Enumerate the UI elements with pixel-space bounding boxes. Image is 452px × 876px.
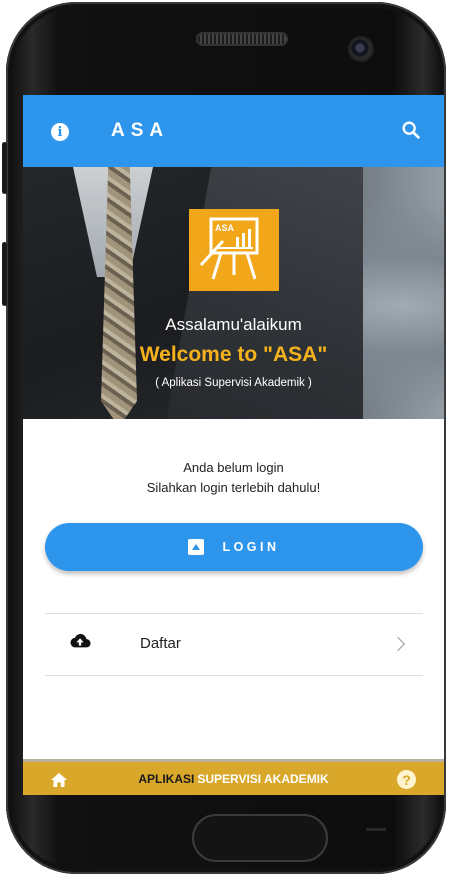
search-icon[interactable]	[400, 119, 422, 141]
app-title: ASA	[111, 120, 170, 141]
footer-title: APLIKASI SUPERVISI AKADEMIK	[23, 772, 444, 786]
login-notice-line1: Anda belum login	[183, 460, 284, 475]
footer-title-part2: SUPERVISI AKADEMIK	[197, 772, 329, 786]
list-item-daftar[interactable]: Daftar	[45, 614, 423, 675]
svg-text:ASA: ASA	[215, 223, 235, 233]
cloud-upload-icon	[70, 633, 91, 648]
nav-sensor	[366, 828, 386, 831]
bixby-button	[2, 242, 7, 306]
help-icon[interactable]: ?	[397, 770, 416, 789]
app-screen: i ASA ASA Assalamu'alaikum Welcome to "A…	[23, 95, 444, 795]
login-icon	[188, 539, 205, 555]
hero-banner: ASA Assalamu'alaikum Welcome to "ASA" ( …	[23, 167, 444, 419]
bottom-bar: APLIKASI SUPERVISI AKADEMIK ?	[23, 759, 444, 795]
divider-bottom	[45, 675, 423, 676]
welcome-heading: Welcome to "ASA"	[139, 343, 328, 366]
earpiece-speaker	[196, 32, 288, 46]
app-logo: ASA	[189, 209, 279, 291]
home-hardware-button[interactable]	[192, 814, 328, 862]
footer-title-part1: APLIKASI	[138, 772, 195, 786]
greeting-text: Assalamu'alaikum	[165, 315, 302, 334]
front-camera	[350, 38, 372, 60]
chevron-right-icon	[390, 636, 406, 652]
info-icon[interactable]: i	[51, 123, 69, 141]
login-button-label: LOGIN	[222, 540, 280, 554]
login-button[interactable]: LOGIN	[45, 523, 423, 571]
app-bar: i ASA	[23, 95, 444, 167]
list-item-label: Daftar	[140, 635, 181, 652]
login-notice-line2: Silahkan login terlebih dahulu!	[146, 480, 321, 495]
app-subtitle: ( Aplikasi Supervisi Akademik )	[155, 377, 312, 389]
volume-button	[2, 142, 7, 194]
